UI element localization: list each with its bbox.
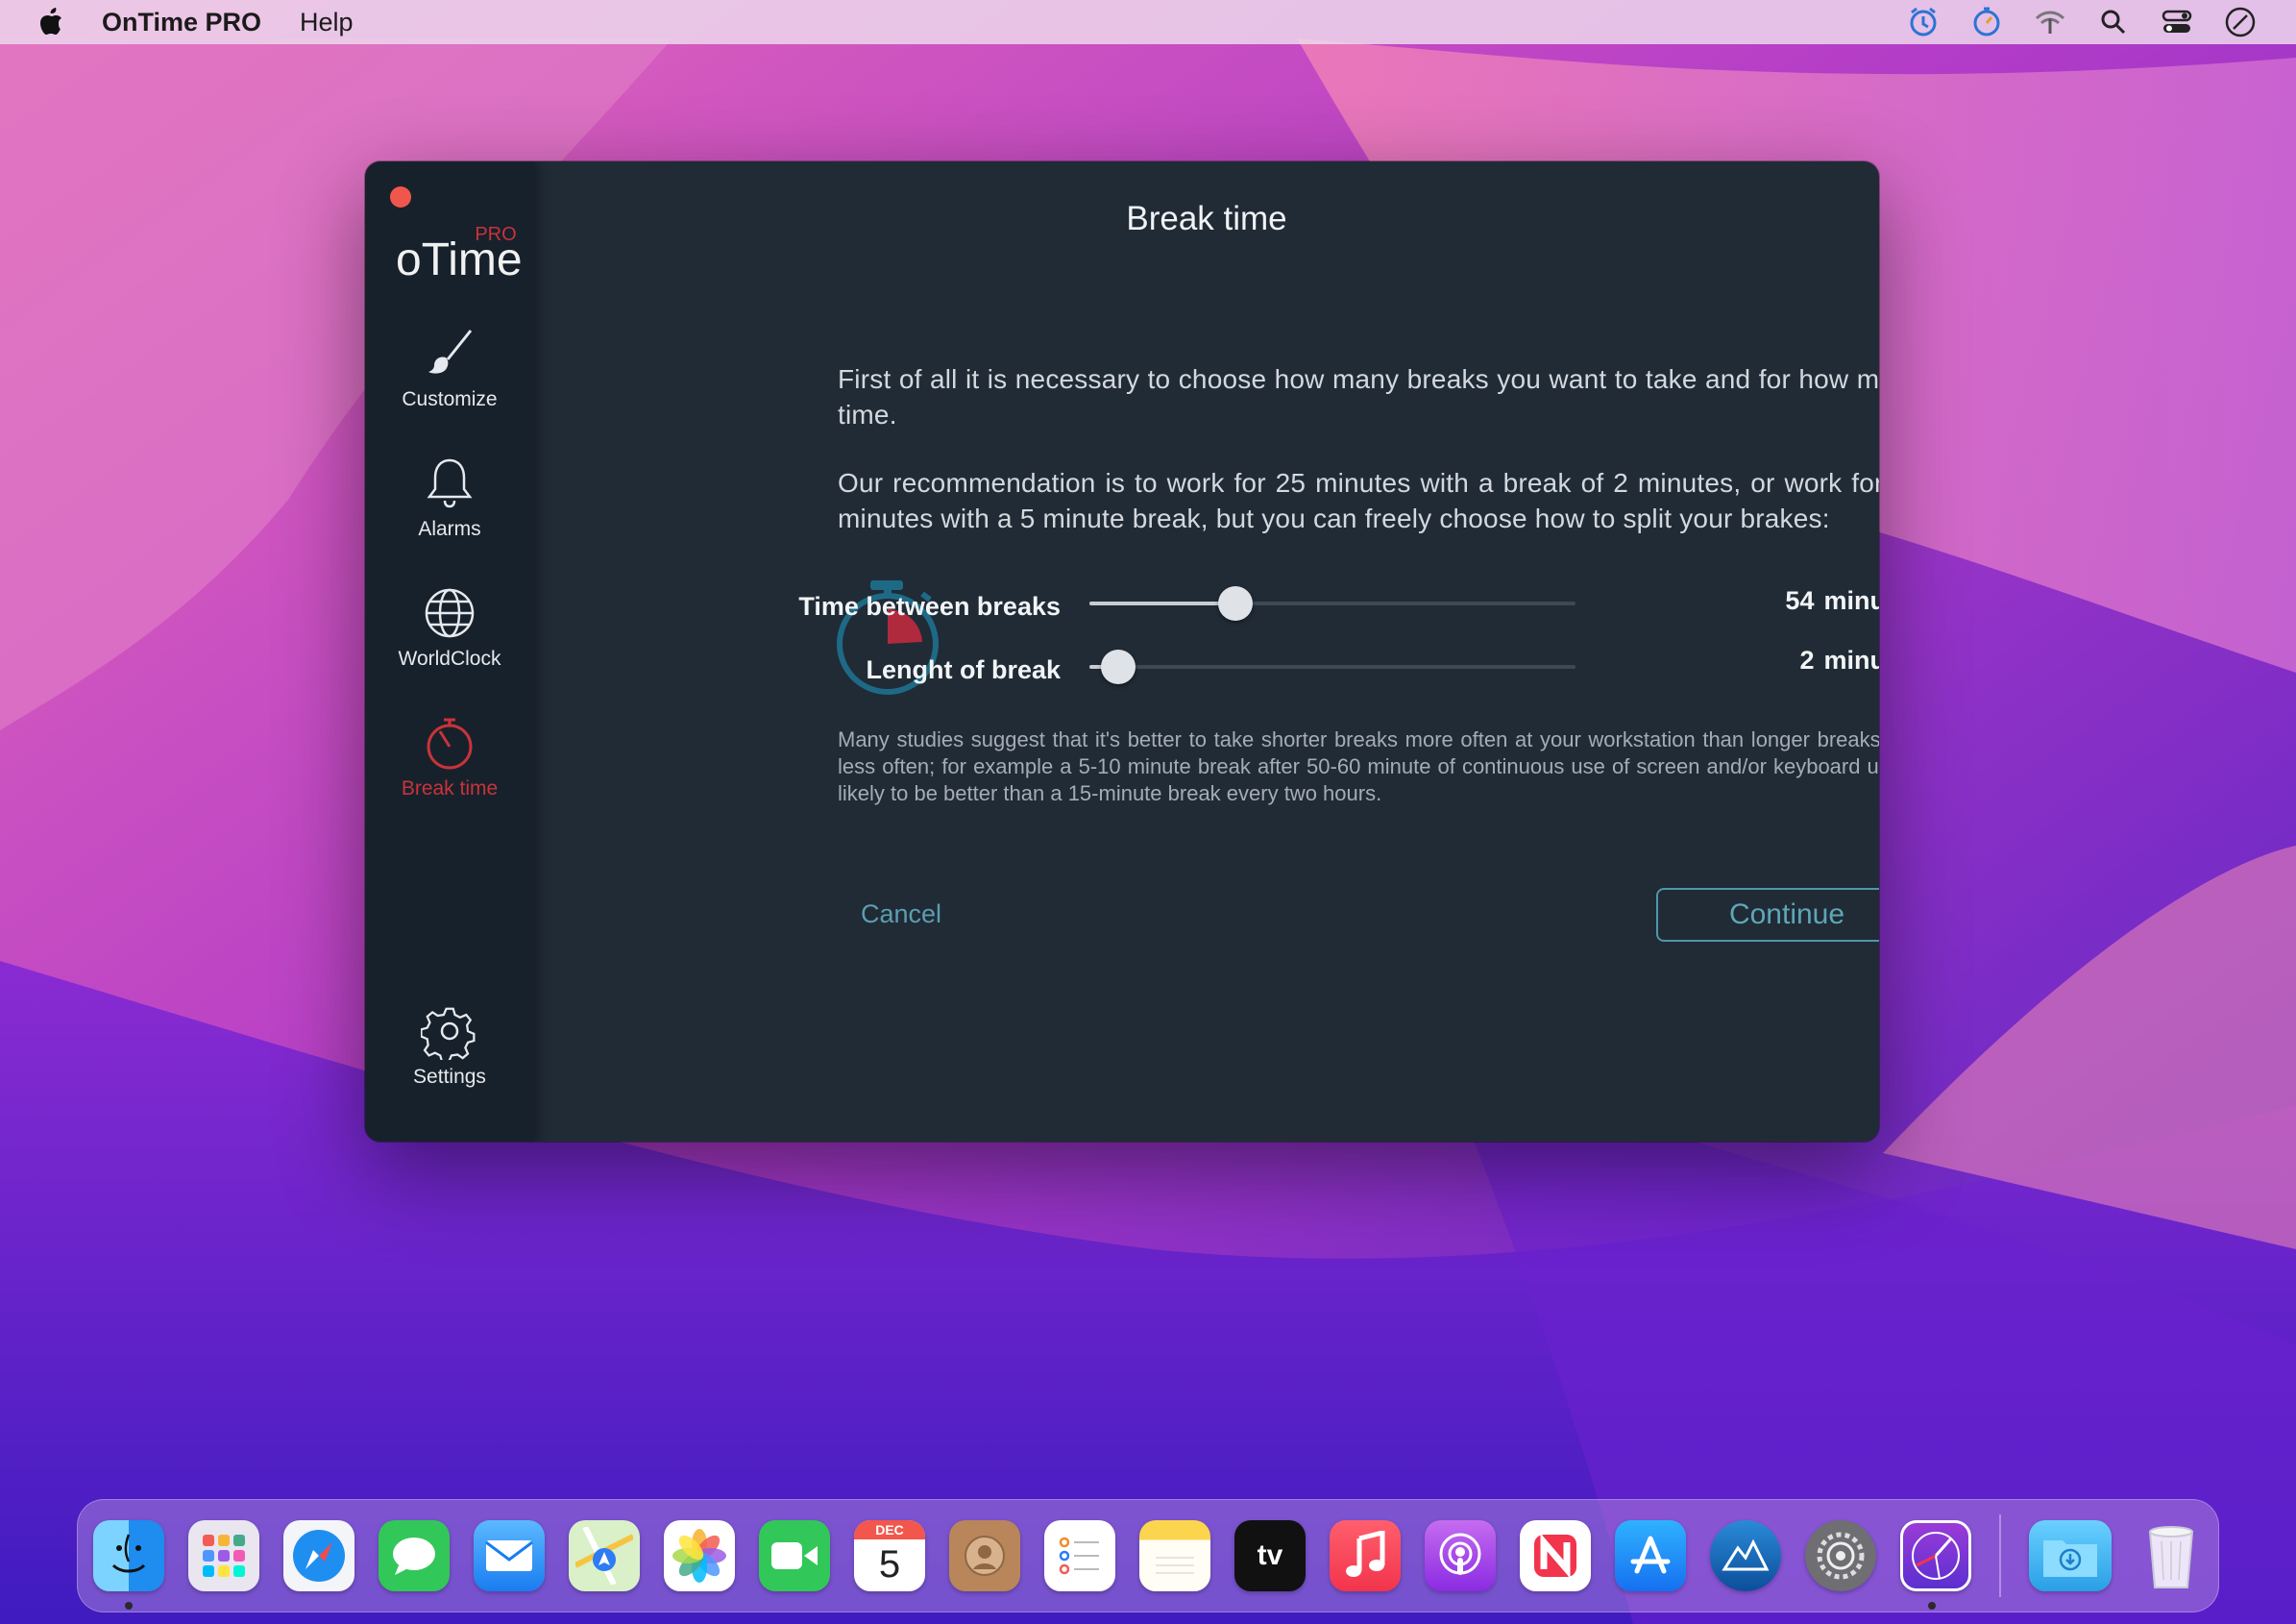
reminders-icon[interactable] xyxy=(1044,1520,1115,1591)
system-preferences-icon[interactable] xyxy=(1805,1520,1876,1591)
finder-running-indicator xyxy=(125,1602,133,1610)
length-of-break-label: Lenght of break xyxy=(866,655,1061,684)
downloads-folder-icon[interactable] xyxy=(2029,1520,2112,1591)
length-of-break-slider[interactable] xyxy=(1089,650,1575,684)
clock-status-icon[interactable] xyxy=(2223,5,2258,39)
bell-icon xyxy=(421,455,478,512)
sidebar: PRO oTime Customize Alarms WorldClock Br… xyxy=(365,161,534,1142)
maps-icon[interactable] xyxy=(569,1520,640,1591)
tv-label: tv xyxy=(1257,1539,1283,1571)
cancel-button[interactable]: Cancel xyxy=(861,899,941,929)
dock-separator xyxy=(1999,1514,2001,1597)
svg-text:oTime: oTime xyxy=(396,234,523,281)
value-unit: minutes xyxy=(1823,586,1879,615)
spotlight-search-icon[interactable] xyxy=(2096,5,2131,39)
slider-track xyxy=(1089,665,1575,669)
slider-thumb[interactable] xyxy=(1101,650,1136,684)
podcasts-icon[interactable] xyxy=(1425,1520,1496,1591)
sidebar-item-alarms[interactable]: Alarms xyxy=(365,455,534,541)
dock: DEC 5 tv xyxy=(77,1499,2219,1612)
slider-thumb[interactable] xyxy=(1217,586,1253,621)
value-number: 2 xyxy=(1799,646,1815,675)
calendar-icon[interactable]: DEC 5 xyxy=(854,1520,925,1591)
contacts-icon[interactable] xyxy=(949,1520,1020,1591)
calendar-day: 5 xyxy=(878,1543,901,1586)
sidebar-item-label: WorldClock xyxy=(398,648,501,670)
music-icon[interactable] xyxy=(1330,1520,1401,1591)
messages-icon[interactable] xyxy=(379,1520,450,1591)
monterey-installer-icon[interactable] xyxy=(1710,1520,1781,1591)
mail-icon[interactable] xyxy=(474,1520,545,1591)
length-of-break-value: 2 minutes xyxy=(1731,646,1879,676)
value-number: 54 xyxy=(1785,586,1815,615)
time-between-breaks-slider[interactable] xyxy=(1089,586,1575,621)
brush-icon xyxy=(421,325,478,382)
facetime-icon[interactable] xyxy=(759,1520,830,1591)
sidebar-item-customize[interactable]: Customize xyxy=(365,325,534,411)
control-center-icon[interactable] xyxy=(2160,5,2194,39)
menu-bar: OnTime PRO Help xyxy=(0,0,2296,44)
sidebar-item-settings[interactable]: Settings xyxy=(365,1002,534,1089)
wifi-off-icon[interactable] xyxy=(2033,5,2067,39)
close-window-button[interactable] xyxy=(390,186,411,208)
calendar-month: DEC xyxy=(854,1520,925,1539)
apple-menu-icon[interactable] xyxy=(38,8,63,37)
continue-button[interactable]: Continue xyxy=(1656,888,1879,942)
ontime-pro-logo: PRO oTime xyxy=(392,217,523,285)
app-menu-title[interactable]: OnTime PRO xyxy=(102,8,261,37)
ontime-window: PRO oTime Customize Alarms WorldClock Br… xyxy=(365,161,1879,1142)
gear-icon xyxy=(420,1002,478,1063)
time-between-breaks-value: 54 minutes xyxy=(1731,586,1879,616)
ontime-pro-dock-icon[interactable] xyxy=(1900,1520,1971,1591)
sidebar-item-label: Break time xyxy=(401,777,499,800)
main-content: Break time First of all it is necessary … xyxy=(534,161,1879,1142)
sidebar-item-label: Alarms xyxy=(418,518,481,540)
intro-paragraph: First of all it is necessary to choose h… xyxy=(838,364,1879,430)
recommendation-paragraph: Our recommendation is to work for 25 min… xyxy=(838,468,1879,533)
value-unit: minutes xyxy=(1823,646,1879,675)
studies-note: Many studies suggest that it's better to… xyxy=(838,727,1879,805)
sidebar-item-label: Settings xyxy=(413,1066,486,1088)
notes-icon[interactable] xyxy=(1139,1520,1210,1591)
finder-icon[interactable] xyxy=(93,1520,164,1591)
ontime-running-indicator xyxy=(1928,1602,1936,1610)
photos-icon[interactable] xyxy=(664,1520,735,1591)
sidebar-item-break-time[interactable]: Break time xyxy=(365,714,534,800)
alarm-clock-status-icon[interactable] xyxy=(1906,5,1941,39)
timer-status-icon[interactable] xyxy=(1969,5,2004,39)
slider-fill xyxy=(1089,602,1235,605)
globe-icon xyxy=(421,584,478,642)
time-between-breaks-label: Time between breaks xyxy=(798,592,1061,621)
trash-icon[interactable] xyxy=(2136,1520,2207,1591)
sidebar-item-label: Customize xyxy=(402,388,498,410)
app-store-icon[interactable] xyxy=(1615,1520,1686,1591)
apple-tv-icon[interactable]: tv xyxy=(1234,1520,1306,1591)
news-icon[interactable] xyxy=(1520,1520,1591,1591)
sidebar-item-worldclock[interactable]: WorldClock xyxy=(365,584,534,671)
stopwatch-icon xyxy=(421,714,478,772)
help-menu[interactable]: Help xyxy=(300,8,354,37)
launchpad-icon[interactable] xyxy=(188,1520,259,1591)
page-title: Break time xyxy=(1126,200,1287,237)
safari-icon[interactable] xyxy=(283,1520,354,1591)
